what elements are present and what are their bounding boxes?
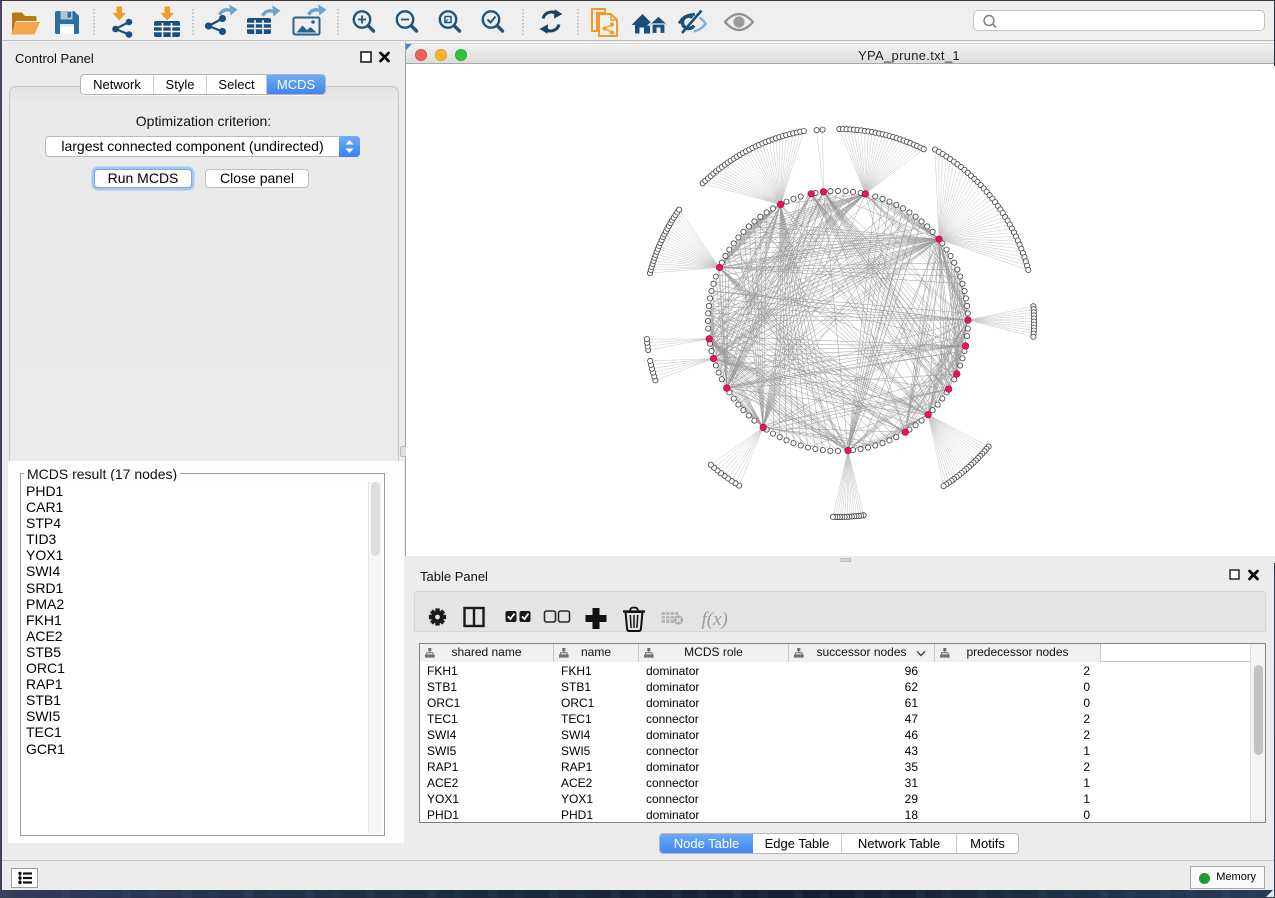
svg-text:f(x): f(x): [702, 609, 728, 630]
